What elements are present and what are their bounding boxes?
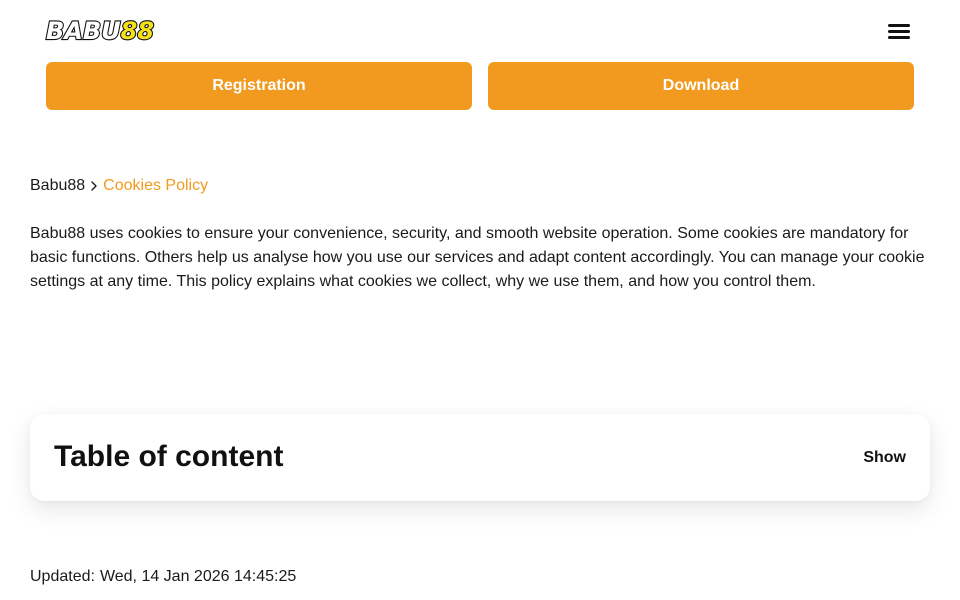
hamburger-menu-icon[interactable] (886, 21, 912, 41)
registration-button[interactable]: Registration (46, 62, 472, 110)
logo-text-accent: 88 (120, 16, 156, 46)
breadcrumb: Babu88 Cookies Policy (30, 176, 208, 196)
breadcrumb-current: Cookies Policy (103, 177, 209, 194)
logo-text-primary: BABU (45, 16, 122, 46)
intro-paragraph: Babu88 uses cookies to ensure your conve… (30, 225, 925, 290)
toc-show-button[interactable]: Show (863, 448, 906, 468)
download-button[interactable]: Download (488, 62, 914, 110)
updated-label: Updated: (30, 568, 95, 585)
updated-value: Wed, 14 Jan 2026 14:45:25 (99, 568, 297, 585)
chevron-right-icon (89, 176, 99, 196)
menu-bar (888, 24, 910, 27)
menu-bar (888, 30, 910, 33)
site-header: BABU88 (0, 0, 960, 62)
page: BABU88 Registration Download Babu88 Cook… (0, 0, 960, 600)
breadcrumb-home-link[interactable]: Babu88 (30, 176, 85, 196)
menu-bar (888, 36, 910, 39)
toc-title: Table of content (54, 440, 284, 473)
table-of-content-card: Table of content Show (30, 414, 930, 501)
site-logo[interactable]: BABU88 (45, 16, 156, 46)
updated-timestamp: Updated: Wed, 14 Jan 2026 14:45:25 (30, 567, 296, 587)
